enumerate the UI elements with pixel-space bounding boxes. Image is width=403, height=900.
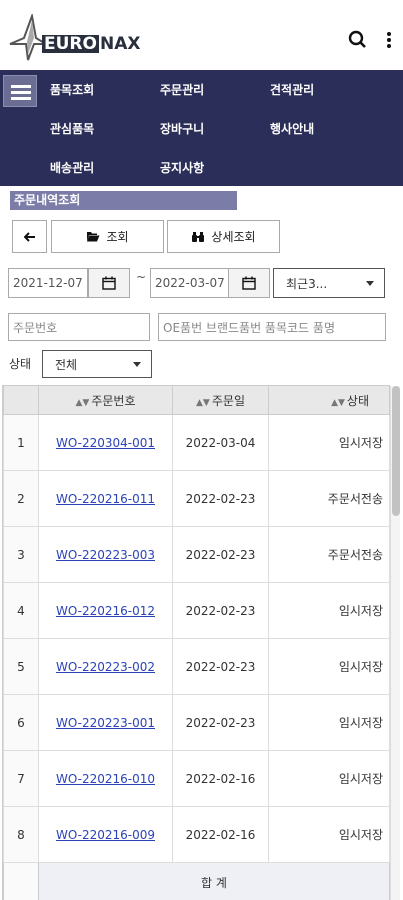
order-date: 2022-02-23 xyxy=(172,526,269,583)
nav-item-events[interactable]: 행사안내 xyxy=(270,120,314,137)
order-link[interactable]: WO-220223-002 xyxy=(56,660,155,674)
order-table: ▲▼ 주문번호 ▲▼ 주문일 ▲▼ 상태 1 WO-220304-001 2022-0… xyxy=(2,385,394,900)
order-status: 임시저장 xyxy=(268,582,390,639)
table-row[interactable]: 8 WO-220216-009 2022-02-16 임시저장 xyxy=(3,806,390,863)
table-header-row: ▲▼ 주문번호 ▲▼ 주문일 ▲▼ 상태 xyxy=(3,385,390,415)
scrollbar-thumb[interactable] xyxy=(392,386,400,516)
calendar-icon xyxy=(102,276,116,290)
order-link[interactable]: WO-220223-001 xyxy=(56,716,155,730)
total-label: 합 계 xyxy=(38,862,390,900)
order-link[interactable]: WO-220223-003 xyxy=(56,548,155,562)
period-select[interactable]: 최근3... xyxy=(273,268,385,298)
order-status: 주문서전송 xyxy=(268,470,390,527)
main-nav: 품목조회 주문관리 견적관리 관심품목 장바구니 행사안내 배송관리 공지사항 xyxy=(0,70,403,186)
nav-item-quote-management[interactable]: 견적관리 xyxy=(270,81,314,98)
table-row[interactable]: 5 WO-220223-002 2022-02-23 임시저장 xyxy=(3,638,390,695)
row-number: 7 xyxy=(3,750,39,807)
table-row[interactable]: 6 WO-220223-001 2022-02-23 임시저장 xyxy=(3,694,390,751)
order-date: 2022-02-23 xyxy=(172,694,269,751)
nav-item-order-management[interactable]: 주문관리 xyxy=(160,81,204,98)
folder-open-icon xyxy=(87,232,100,242)
order-date: 2022-02-16 xyxy=(172,750,269,807)
nav-item-shipping[interactable]: 배송관리 xyxy=(50,159,94,176)
row-number: 2 xyxy=(3,470,39,527)
order-link[interactable]: WO-220304-001 xyxy=(56,436,155,450)
nav-item-notices[interactable]: 공지사항 xyxy=(160,159,204,176)
order-link[interactable]: WO-220216-012 xyxy=(56,604,155,618)
row-number: 5 xyxy=(3,638,39,695)
order-status: 임시저장 xyxy=(268,694,390,751)
row-number-header xyxy=(3,385,39,415)
date-range-separator: ~ xyxy=(136,270,147,284)
order-date: 2022-02-23 xyxy=(172,470,269,527)
table-row[interactable]: 4 WO-220216-012 2022-02-23 임시저장 xyxy=(3,582,390,639)
status-select[interactable]: 전체 xyxy=(42,350,152,378)
row-number: 4 xyxy=(3,582,39,639)
hamburger-menu-button[interactable] xyxy=(3,75,37,107)
row-number: 3 xyxy=(3,526,39,583)
nav-item-item-search[interactable]: 품목조회 xyxy=(50,81,94,98)
date-to-calendar-button[interactable] xyxy=(228,268,270,298)
order-link[interactable]: WO-220216-010 xyxy=(56,772,155,786)
table-footer-row: 합 계 xyxy=(3,862,390,900)
table-scrollbar[interactable] xyxy=(390,386,400,900)
status-header[interactable]: ▲▼ 상태 xyxy=(268,385,390,415)
order-status: 임시저장 xyxy=(268,806,390,863)
order-number-header[interactable]: ▲▼ 주문번호 xyxy=(38,385,173,415)
page-title: 주문내역조회 xyxy=(10,191,237,210)
status-label: 상태 xyxy=(9,357,32,371)
search-button[interactable]: 조회 xyxy=(51,220,164,253)
row-number: 1 xyxy=(3,414,39,471)
chevron-down-icon xyxy=(133,362,141,367)
more-vertical-icon[interactable] xyxy=(382,30,396,50)
binoculars-icon xyxy=(192,231,205,242)
order-date: 2022-02-23 xyxy=(172,638,269,695)
detail-search-button[interactable]: 상세조회 xyxy=(167,220,280,253)
row-number: 6 xyxy=(3,694,39,751)
search-icon[interactable] xyxy=(348,30,368,50)
euronax-logo[interactable]: EURO NAX xyxy=(8,14,148,62)
order-date: 2022-02-23 xyxy=(172,582,269,639)
date-to-field[interactable]: 2022-03-07 xyxy=(150,268,230,298)
order-status: 주문서전송 xyxy=(268,526,390,583)
arrow-left-icon xyxy=(23,231,35,242)
order-link[interactable]: WO-220216-011 xyxy=(56,492,155,506)
sort-icon: ▲▼ xyxy=(331,397,345,408)
back-button[interactable] xyxy=(12,220,47,253)
table-row[interactable]: 3 WO-220223-003 2022-02-23 주문서전송 xyxy=(3,526,390,583)
table-row[interactable]: 1 WO-220304-001 2022-03-04 임시저장 xyxy=(3,414,390,471)
order-date: 2022-03-04 xyxy=(172,414,269,471)
order-status: 임시저장 xyxy=(268,638,390,695)
order-number-input[interactable]: 주문번호 xyxy=(8,313,150,341)
date-from-calendar-button[interactable] xyxy=(88,268,130,298)
calendar-icon xyxy=(242,276,256,290)
order-link[interactable]: WO-220216-009 xyxy=(56,828,155,842)
nav-item-favorites[interactable]: 관심품목 xyxy=(50,120,94,137)
chevron-down-icon xyxy=(366,281,374,286)
row-number: 8 xyxy=(3,806,39,863)
order-status: 임시저장 xyxy=(268,414,390,471)
order-status: 임시저장 xyxy=(268,750,390,807)
logo-text: EURO NAX xyxy=(42,34,141,54)
sort-icon: ▲▼ xyxy=(196,397,210,408)
app-header: EURO NAX xyxy=(0,0,403,70)
order-date-header[interactable]: ▲▼ 주문일 xyxy=(172,385,269,415)
order-date: 2022-02-16 xyxy=(172,806,269,863)
table-row[interactable]: 2 WO-220216-011 2022-02-23 주문서전송 xyxy=(3,470,390,527)
table-row[interactable]: 7 WO-220216-010 2022-02-16 임시저장 xyxy=(3,750,390,807)
date-from-field[interactable]: 2021-12-07 xyxy=(8,268,88,298)
keyword-input[interactable]: OE품번 브랜드품번 품목코드 품명 xyxy=(158,313,386,341)
sort-icon: ▲▼ xyxy=(75,397,90,408)
nav-item-cart[interactable]: 장바구니 xyxy=(160,120,204,137)
